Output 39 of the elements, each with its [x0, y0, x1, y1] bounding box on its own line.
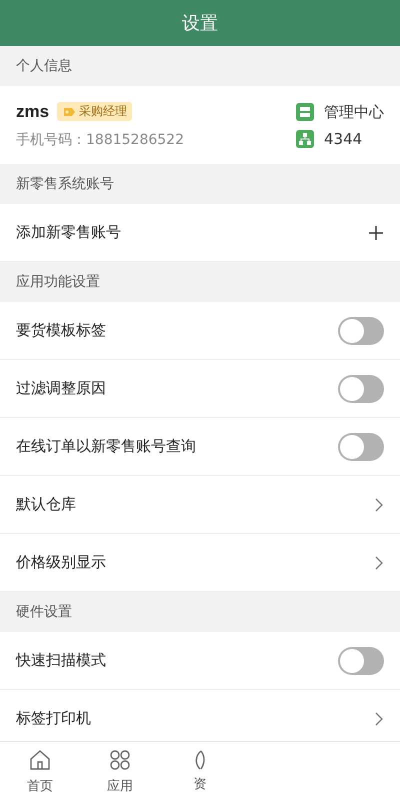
row-label: 默认仓库 — [16, 495, 76, 514]
row-label: 要货模板标签 — [16, 321, 106, 340]
section-title: 个人信息 — [16, 57, 72, 75]
row-label: 快速扫描模式 — [16, 651, 106, 670]
store-icon — [296, 103, 314, 121]
apps-grid-icon — [108, 748, 132, 772]
chevron-right-icon — [374, 496, 384, 512]
profile-link[interactable]: 4344 — [296, 130, 384, 148]
row-label: 添加新零售账号 — [16, 223, 121, 242]
settings-row[interactable]: 在线订单以新零售账号查询 — [0, 418, 400, 476]
row-label: 标签打印机 — [16, 709, 91, 728]
section-title: 硬件设置 — [16, 603, 72, 621]
plus-icon — [368, 224, 384, 240]
row-label: 过滤调整原因 — [16, 379, 106, 398]
settings-row[interactable]: 默认仓库 — [0, 476, 400, 534]
toggle-switch[interactable] — [338, 432, 384, 460]
section-title: 新零售系统账号 — [16, 175, 114, 193]
role-text: 采购经理 — [79, 103, 128, 120]
phone-number: 手机号码：18815286522 — [16, 130, 184, 148]
toggle-switch[interactable] — [338, 646, 384, 674]
org-chart-icon — [296, 130, 314, 148]
toggle-switch[interactable] — [338, 316, 384, 344]
toggle-switch[interactable] — [338, 374, 384, 402]
chevron-right-icon — [374, 710, 384, 726]
house-icon — [28, 748, 52, 772]
chevron-right-icon — [374, 554, 384, 570]
tab-item[interactable]: 应用 — [80, 742, 160, 799]
tab-item[interactable]: 首页 — [0, 742, 80, 799]
settings-row[interactable]: 过滤调整原因 — [0, 360, 400, 418]
section-title: 应用功能设置 — [16, 273, 100, 291]
row-label: 在线订单以新零售账号查询 — [16, 437, 196, 456]
profile-link[interactable]: 管理中心 — [296, 102, 384, 122]
tab-item[interactable]: 资 — [160, 742, 240, 799]
window-title: 设置 — [182, 12, 218, 35]
leaf-icon — [194, 750, 206, 770]
settings-row[interactable]: 快速扫描模式 — [0, 632, 400, 690]
user-name: zms — [16, 102, 50, 122]
settings-row[interactable]: 要货模板标签 — [0, 302, 400, 360]
row-label: 价格级别显示 — [16, 553, 106, 572]
